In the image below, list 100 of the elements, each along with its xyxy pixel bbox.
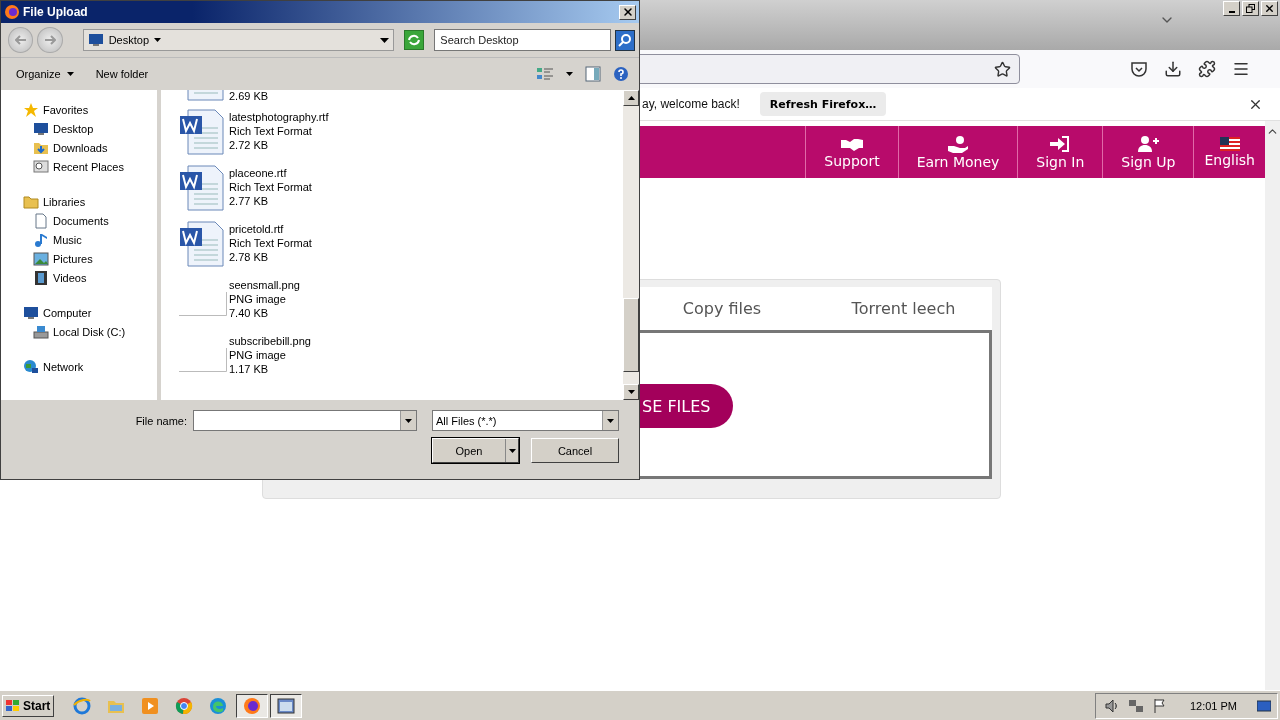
file-item[interactable]: pricetold.rtf Rich Text Format 2.78 KB (179, 220, 623, 276)
file-name: latestphotography.rtf (229, 110, 329, 124)
tree-item[interactable]: Computer (23, 303, 157, 322)
file-name-label: File name: (135, 414, 187, 427)
scroll-thumb[interactable] (623, 298, 639, 372)
caret-icon (607, 418, 614, 423)
notification-message: ay, welcome back! (642, 97, 740, 111)
internet-explorer-icon (73, 696, 91, 715)
firefox-icon (243, 696, 261, 715)
nav-link[interactable]: Earn Money (897, 126, 1018, 178)
refresh-button[interactable] (403, 30, 425, 50)
film-icon (33, 269, 49, 286)
file-type-select[interactable]: All Files (*.*) (432, 410, 619, 431)
tree-item[interactable]: Desktop (33, 119, 157, 138)
command-button[interactable]: Organize (16, 68, 74, 80)
caret-icon (627, 390, 635, 394)
file-item[interactable]: seensmall.png PNG image 7.40 KB (179, 276, 623, 332)
file-name: placeone.rtf (229, 166, 288, 180)
file-name: pricetold.rtf (229, 222, 285, 236)
cancel-button[interactable]: Cancel (531, 438, 619, 463)
file-size: 7.40 KB (229, 306, 270, 320)
chrome-icon (175, 696, 193, 715)
file-name: seensmall.png (229, 278, 300, 292)
view-list-icon (536, 66, 554, 82)
download-icon[interactable] (1164, 60, 1182, 78)
star-icon (23, 101, 39, 118)
start-button[interactable]: Start (2, 694, 54, 717)
flag-icon (1219, 136, 1240, 151)
show-desktop-icon (1257, 698, 1271, 713)
file-name-field[interactable] (193, 410, 417, 431)
caret-icon (405, 418, 412, 423)
scrollbar[interactable] (623, 90, 639, 400)
network-globe-icon (23, 358, 39, 375)
tree-item[interactable]: Favorites (23, 100, 157, 119)
minimize-button[interactable] (1223, 1, 1240, 16)
file-size: 2.77 KB (229, 194, 270, 208)
file-type: Rich Text Format (229, 124, 313, 138)
close-button[interactable] (619, 4, 636, 20)
restore-button[interactable] (1242, 1, 1259, 16)
search-button[interactable] (614, 29, 636, 51)
pocket-icon[interactable] (1130, 60, 1148, 78)
clock: 12:01 PM (1189, 699, 1237, 712)
nav-link[interactable]: Sign Up (1102, 126, 1194, 178)
file-type: PNG image (229, 348, 287, 362)
close-icon (621, 6, 634, 18)
file-item[interactable]: subscribebill.png PNG image 1.17 KB (179, 332, 623, 388)
refresh-firefox-button[interactable]: Refresh Firefox… (759, 92, 887, 116)
tree-item[interactable]: Local Disk (C:) (33, 322, 157, 341)
blank-image-icon (179, 292, 227, 316)
scrollbar[interactable] (1265, 121, 1280, 690)
file-size: 1.17 KB (229, 362, 270, 376)
tree-item[interactable]: Music (33, 230, 157, 249)
tree-item[interactable]: Recent Places (33, 157, 157, 176)
nav-link[interactable]: Sign In (1017, 126, 1103, 178)
tree-item[interactable]: Network (23, 357, 157, 376)
location-text: Desktop (108, 34, 149, 46)
disk-drive-icon (33, 323, 49, 340)
monitor-icon (33, 120, 49, 137)
network-icon (1127, 697, 1144, 714)
media-player-icon (141, 696, 159, 715)
file-type: Rich Text Format (229, 236, 312, 250)
search-field[interactable]: Search Desktop (434, 29, 611, 51)
open-button[interactable]: Open (432, 438, 519, 463)
dropdown-caret-icon[interactable] (379, 37, 389, 43)
file-type: PNG image (229, 292, 287, 306)
window-title: File Upload (23, 5, 88, 19)
music-note-icon (33, 231, 49, 248)
blank-image-icon (179, 348, 227, 372)
tree-item[interactable]: Documents (33, 211, 157, 230)
tree-item[interactable]: Pictures (33, 249, 157, 268)
search-icon (617, 33, 632, 47)
taskbar-app[interactable] (236, 693, 268, 718)
file-size: 2.78 KB (229, 250, 270, 264)
caret-icon[interactable] (154, 38, 161, 42)
caret-icon[interactable] (566, 72, 573, 76)
tree-item[interactable]: Downloads (33, 138, 157, 157)
extensions-icon[interactable] (1198, 60, 1216, 78)
caret-icon (66, 72, 74, 76)
file-type: Rich Text Format (229, 180, 312, 194)
firefox-icon (4, 4, 20, 20)
location-field[interactable]: Desktop (82, 29, 394, 51)
document-icon (33, 212, 49, 229)
close-button[interactable] (1261, 1, 1278, 16)
nav-link[interactable]: Support (805, 126, 898, 178)
tree-item[interactable]: Libraries (23, 192, 157, 211)
user-plus-icon (1137, 134, 1160, 153)
command-button[interactable]: New folder (95, 68, 149, 80)
sign-in-icon (1049, 134, 1072, 153)
tree-item[interactable]: Videos (33, 268, 157, 287)
taskbar-app[interactable] (270, 693, 302, 718)
flag-icon (1151, 697, 1168, 714)
bookmark-star-icon[interactable] (994, 60, 1011, 78)
caret-icon (627, 96, 635, 100)
edge-icon (209, 696, 227, 715)
windows-logo (5, 698, 21, 713)
library-folder-icon (23, 193, 39, 210)
tab[interactable]: Torrent leech (813, 287, 994, 330)
file-item[interactable]: latestphotography.rtf Rich Text Format 2.72 KB (179, 108, 623, 164)
file-item[interactable]: placeone.rtf Rich Text Format 2.77 KB (179, 164, 623, 220)
menu-icon[interactable] (1232, 60, 1250, 78)
